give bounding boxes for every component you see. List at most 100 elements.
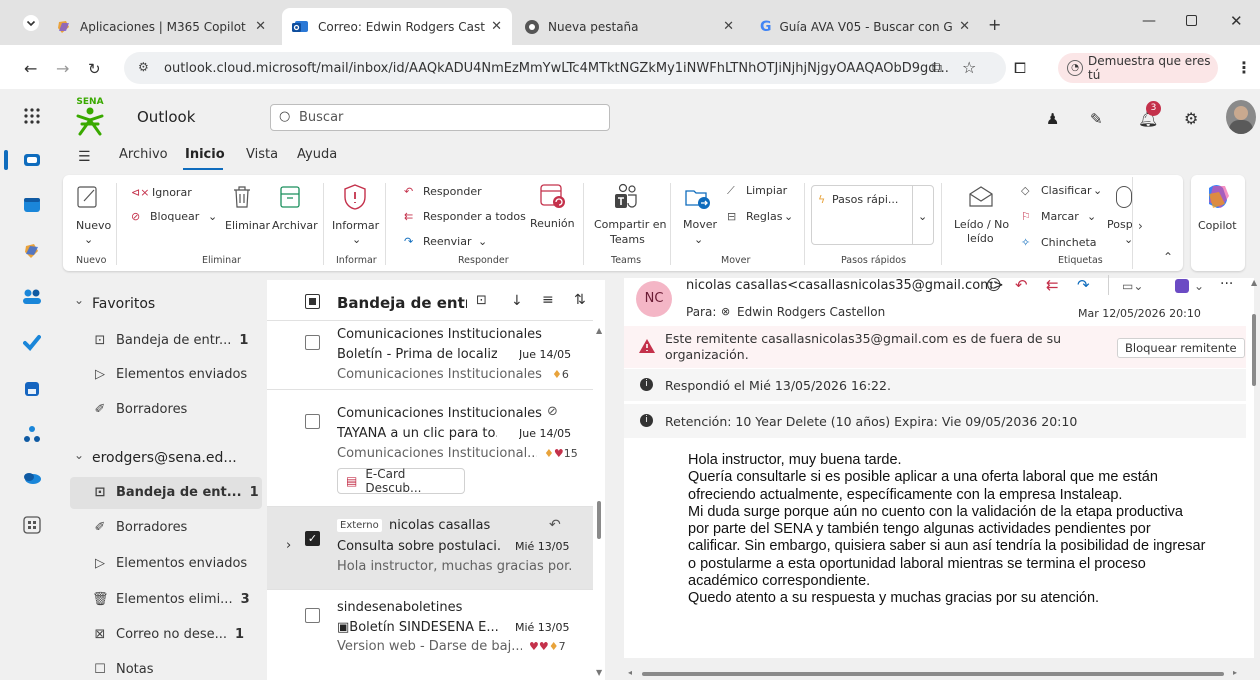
eliminar-button[interactable]: Eliminar [225, 219, 270, 232]
chevron-down-icon[interactable]: ⌄ [694, 233, 703, 246]
apps-icon[interactable]: ▭⌄ [1122, 279, 1143, 293]
extensions-icon[interactable]: ⧠ [1014, 59, 1026, 77]
mover-button[interactable]: Mover [683, 218, 717, 231]
horizontal-scrollbar[interactable] [642, 672, 1224, 676]
copilot-button[interactable]: Copilot [1198, 219, 1237, 232]
item-checkbox[interactable] [305, 335, 320, 350]
item-checkbox[interactable] [305, 608, 320, 623]
teams-chat-icon[interactable] [1175, 279, 1189, 293]
select-all-checkbox[interactable] [305, 294, 320, 309]
site-info-icon[interactable]: ⚙ [138, 60, 149, 74]
informar-button[interactable]: Informar [332, 219, 379, 232]
folder-notes[interactable]: ☐ Notas [92, 662, 153, 677]
ignorar-button[interactable]: Ignorar [152, 186, 192, 199]
list-scrollbar[interactable] [597, 501, 601, 539]
minimize-icon[interactable]: — [1142, 13, 1156, 29]
mail-icon[interactable] [23, 151, 41, 169]
archivar-button[interactable]: Archivar [272, 219, 318, 232]
responder-todos-button[interactable]: Responder a todos [423, 210, 526, 223]
scroll-up-icon[interactable]: ▲ [1251, 278, 1257, 287]
close-icon[interactable]: ✕ [723, 19, 734, 34]
recipient-name[interactable]: Edwin Rodgers Castellon [737, 305, 885, 319]
leido-button[interactable]: Leído / No [954, 218, 1009, 231]
chevron-right-icon[interactable]: › [1138, 219, 1143, 233]
chevron-down-icon[interactable]: ⌄ [352, 233, 361, 246]
new-mail-icon[interactable] [76, 185, 100, 209]
list-item[interactable]: Comunicaciones Institucionales Boletín -… [267, 321, 593, 389]
reading-scrollbar[interactable] [1252, 314, 1256, 386]
scroll-right-icon[interactable]: ▸ [1233, 668, 1237, 677]
reply-icon[interactable]: ↶ [1015, 276, 1028, 294]
item-checkbox[interactable] [305, 414, 320, 429]
teams-icon[interactable]: ♟ [1046, 110, 1059, 128]
bloquear-button[interactable]: Bloquear [150, 210, 199, 223]
favoritos-header[interactable]: Favoritos [92, 296, 155, 312]
chevron-down-icon[interactable]: ⌄ [1093, 184, 1102, 197]
list-item[interactable]: sindesenaboletines ▣Boletín SINDESENA E.… [267, 590, 593, 668]
menu-archivo[interactable]: Archivo [119, 147, 168, 162]
chevron-down-icon[interactable]: ⌄ [478, 235, 487, 248]
reunion-button[interactable]: Reunión [530, 217, 575, 230]
collapse-ribbon-icon[interactable]: ⌃ [1163, 250, 1173, 264]
menu-ayuda[interactable]: Ayuda [297, 147, 337, 162]
item-checkbox-checked[interactable]: ✓ [305, 531, 320, 546]
sort-icon[interactable]: ⇅ [574, 292, 586, 308]
todo-check-icon[interactable] [23, 334, 41, 352]
nuevo-button[interactable]: Nuevo [76, 219, 111, 232]
org-chart-icon[interactable] [23, 425, 41, 443]
tab-m365[interactable]: Aplicaciones | M365 Copilot ✕ [46, 8, 276, 45]
restore-icon[interactable] [1186, 15, 1197, 26]
posponer-button[interactable]: Posp [1107, 218, 1133, 231]
account-header[interactable]: erodgers@sena.ed... [92, 450, 237, 466]
people-icon[interactable] [22, 288, 42, 306]
search-input[interactable]: ○ Buscar [270, 104, 610, 131]
tab-nueva[interactable]: Nueva pestaña ✕ [514, 8, 744, 45]
compartir-button[interactable]: Compartir en [594, 218, 667, 231]
filter-icon[interactable]: ≡ [542, 292, 554, 308]
copilot-rail-icon[interactable] [23, 242, 41, 260]
close-window-icon[interactable]: ✕ [1230, 12, 1243, 30]
block-sender-button[interactable]: Bloquear remitente [1117, 338, 1245, 358]
profile-chip[interactable]: ◔ Demuestra que eres tú [1058, 53, 1218, 83]
reglas-button[interactable]: Reglas [746, 210, 782, 223]
marcar-button[interactable]: Marcar [1041, 210, 1079, 223]
close-icon[interactable]: ✕ [255, 19, 266, 34]
forward-arrow-icon[interactable]: ↷ [1077, 276, 1090, 294]
close-icon[interactable]: ✕ [959, 19, 970, 34]
folder-drafts[interactable]: ✐ Borradores [92, 520, 188, 535]
calendar-icon[interactable] [23, 196, 41, 214]
more-apps-icon[interactable] [23, 516, 41, 534]
emoji-react-icon[interactable]: ☺ [986, 276, 1002, 294]
sender-avatar[interactable]: NC [636, 281, 672, 317]
bookmark-star-icon[interactable]: ☆ [962, 58, 976, 77]
list-item[interactable]: Comunicaciones Institucionales ⊘ TAYANA … [267, 390, 593, 506]
chevron-down-icon[interactable]: ⌄ [1087, 210, 1096, 223]
url-bar[interactable]: ⚙ outlook.cloud.microsoft/mail/inbox/id/… [124, 52, 1006, 84]
chevron-down-icon[interactable]: ⌄ [74, 293, 84, 307]
reenviar-button[interactable]: Reenviar [423, 235, 472, 248]
menu-vista[interactable]: Vista [246, 147, 278, 162]
app-launcher-icon[interactable] [24, 108, 40, 124]
settings-gear-icon[interactable]: ⚙ [1184, 109, 1198, 128]
files-icon[interactable] [23, 380, 41, 398]
ribbon-overflow[interactable]: › [1132, 177, 1156, 269]
reply-all-icon[interactable]: ⇇ [1046, 276, 1059, 294]
chevron-down-icon[interactable]: ⌄ [208, 210, 217, 223]
chevron-down-icon[interactable]: ⌄ [74, 448, 84, 462]
chevron-right-icon[interactable]: › [286, 538, 291, 553]
responder-button[interactable]: Responder [423, 185, 482, 198]
chincheta-button[interactable]: Chincheta [1041, 236, 1097, 249]
onedrive-icon[interactable] [22, 471, 42, 485]
browser-menu-icon[interactable]: ⋮ [1236, 58, 1252, 77]
tab-search-icon[interactable] [22, 14, 40, 32]
hamburger-icon[interactable]: ☰ [78, 149, 91, 165]
back-icon[interactable]: ← [24, 59, 37, 78]
folder-inbox[interactable]: ⊡ Bandeja de ent... 1 [92, 485, 259, 500]
menu-inicio[interactable]: Inicio [185, 147, 225, 162]
avatar[interactable] [1226, 100, 1256, 134]
close-icon[interactable]: ✕ [491, 19, 502, 34]
jump-down-icon[interactable]: ↓ [511, 293, 523, 309]
chevron-down-icon[interactable]: ⌄ [84, 233, 93, 246]
folder-fav-drafts[interactable]: ✐ Borradores [92, 402, 188, 417]
list-header-title[interactable]: Bandeja de entrad [337, 294, 467, 312]
